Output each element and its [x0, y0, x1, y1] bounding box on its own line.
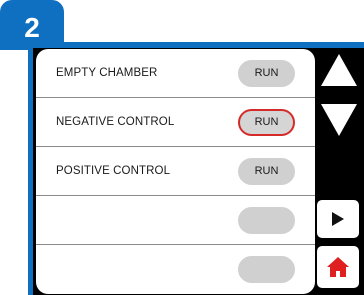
run-button-selected[interactable]: RUN	[238, 108, 295, 136]
play-button[interactable]	[317, 200, 359, 238]
row-label: POSITIVE CONTROL	[56, 165, 171, 177]
home-button[interactable]	[317, 246, 359, 288]
scroll-up-icon[interactable]	[321, 54, 357, 86]
play-icon	[332, 212, 344, 226]
row-label: NEGATIVE CONTROL	[56, 116, 175, 128]
run-button[interactable]: RUN	[238, 59, 295, 87]
home-icon	[327, 257, 349, 277]
list-item: NEGATIVE CONTROL RUN	[36, 98, 315, 146]
list-item	[36, 196, 315, 244]
list-item: POSITIVE CONTROL RUN	[36, 147, 315, 195]
test-list-panel: EMPTY CHAMBER RUN NEGATIVE CONTROL RUN P…	[36, 49, 315, 294]
list-item: EMPTY CHAMBER RUN	[36, 49, 315, 97]
run-button[interactable]: RUN	[238, 157, 295, 185]
row-label: EMPTY CHAMBER	[56, 67, 158, 79]
step-number: 2	[24, 12, 40, 43]
empty-run-button[interactable]	[238, 206, 295, 234]
scroll-down-icon[interactable]	[321, 104, 357, 136]
list-item	[36, 245, 315, 293]
empty-run-button[interactable]	[238, 255, 295, 283]
